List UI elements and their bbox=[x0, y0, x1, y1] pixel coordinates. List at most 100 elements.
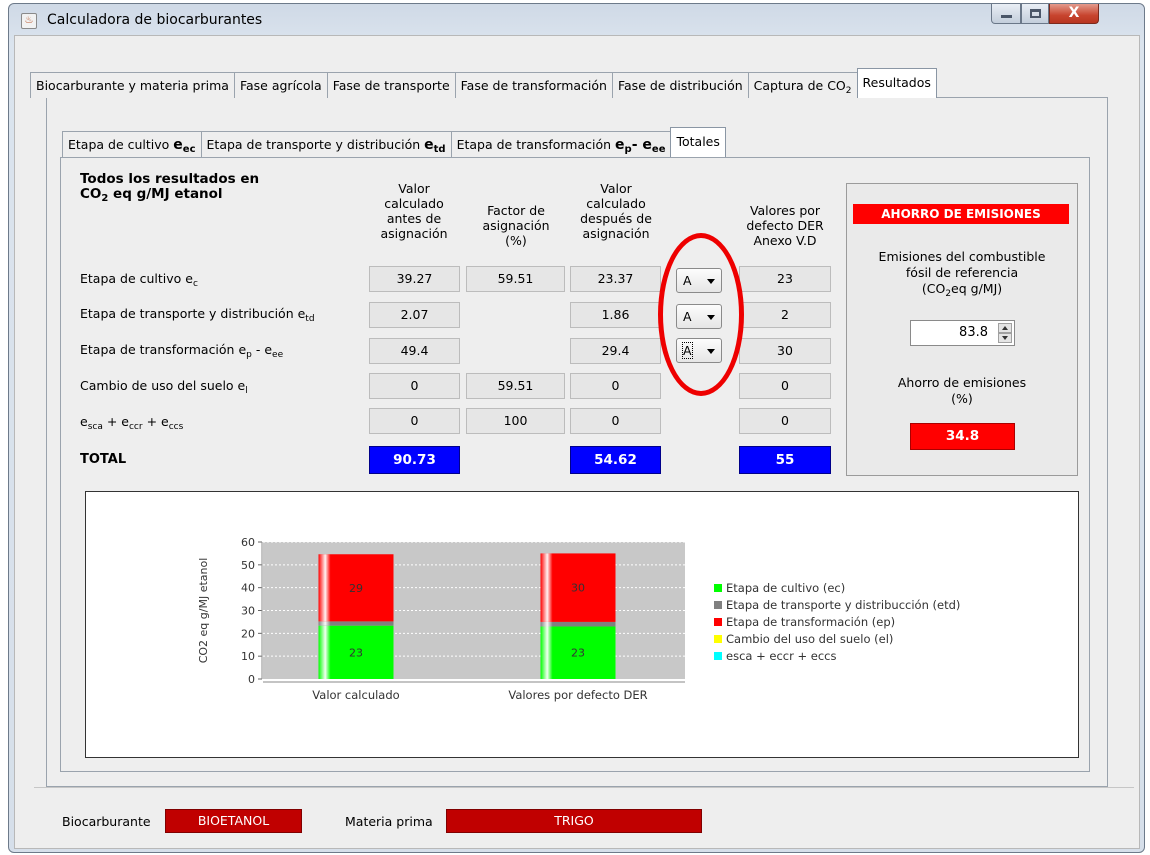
tab-captura-co2[interactable]: Captura de CO2 bbox=[747, 72, 858, 98]
col-header-line: antes de bbox=[386, 211, 442, 226]
separator bbox=[34, 787, 1134, 788]
legend-swatch bbox=[714, 618, 722, 626]
materia-prima-value: TRIGO bbox=[446, 809, 702, 833]
cell-default-cultivo: 23 bbox=[739, 266, 831, 292]
legend-swatch bbox=[714, 601, 722, 609]
title-rest: eq g/MJ etanol bbox=[108, 186, 223, 202]
tab-label: Captura de CO bbox=[753, 78, 846, 93]
cell-before-transformacion: 49.4 bbox=[369, 338, 460, 364]
row-label-text: - e bbox=[251, 342, 273, 357]
cell-before-cultivo: 39.27 bbox=[369, 266, 460, 292]
row-label-uso-suelo: Cambio de uso del suelo el bbox=[80, 378, 248, 396]
row-label-subscript: td bbox=[305, 314, 315, 324]
window-title: Calculadora de biocarburantes bbox=[47, 12, 263, 28]
savings-label: Ahorro de emisiones (%) bbox=[846, 375, 1078, 407]
cell-default-esca: 0 bbox=[739, 408, 831, 434]
total-before: 90.73 bbox=[369, 446, 460, 474]
y-tick-label: 60 bbox=[241, 536, 255, 549]
row-label-text: e bbox=[80, 414, 88, 429]
highlight-oval bbox=[658, 233, 744, 396]
col-header-line: calculado bbox=[384, 196, 444, 211]
col-header-line: asignación bbox=[482, 218, 550, 233]
tab-subscript: ee bbox=[651, 144, 666, 155]
row-label-subscript: ccs bbox=[168, 422, 184, 432]
tab-totales[interactable]: Totales bbox=[670, 127, 726, 157]
biocarburante-value: BIOETANOL bbox=[165, 809, 302, 833]
row-label-text: + e bbox=[102, 414, 129, 429]
title-bar: ♨ Calculadora de biocarburantes X bbox=[9, 4, 1144, 34]
minimize-button[interactable] bbox=[991, 4, 1021, 24]
col-header-line: calculado bbox=[586, 196, 646, 211]
inner-tab-strip: Etapa de cultivo eec Etapa de transporte… bbox=[62, 127, 726, 157]
label-line: Ahorro de emisiones bbox=[897, 375, 1027, 390]
legend-label: Etapa de cultivo (ec) bbox=[726, 581, 845, 595]
tab-label: Etapa de transformación bbox=[456, 137, 616, 152]
legend-swatch bbox=[714, 652, 722, 660]
col-header-before: Valor calculado antes de asignación bbox=[368, 181, 460, 241]
tab-etapa-cultivo[interactable]: Etapa de cultivo eec bbox=[62, 131, 202, 157]
tab-label: Etapa de cultivo bbox=[68, 137, 174, 152]
emissions-chart: 23 29 23 30 0 10 20 30 40 50 60 CO2 eq g/MJ etanol… bbox=[85, 491, 1079, 758]
spinner-up-icon[interactable] bbox=[998, 323, 1012, 333]
cell-after-uso-suelo: 0 bbox=[570, 373, 661, 399]
col-header-line: Anexo V.D bbox=[753, 233, 817, 248]
tab-symbol: e bbox=[424, 137, 434, 153]
tab-label: Totales bbox=[676, 134, 720, 149]
tab-fase-transformacion[interactable]: Fase de transformación bbox=[454, 72, 613, 98]
label-line: eq g/MJ) bbox=[951, 281, 1003, 296]
row-label-esca: esca + eccr + eccs bbox=[80, 414, 183, 432]
chart-svg: 23 29 23 30 0 10 20 30 40 50 60 CO2 eq g/MJ etanol… bbox=[197, 536, 960, 702]
col-header-line: Valores por bbox=[749, 203, 821, 218]
tab-resultados[interactable]: Resultados bbox=[856, 68, 937, 98]
row-label-subscript: c bbox=[192, 279, 198, 289]
minimize-icon bbox=[1001, 15, 1012, 18]
col-header-line: (%) bbox=[505, 233, 527, 248]
row-label-text: Etapa de transporte y distribución e bbox=[80, 306, 306, 321]
savings-value: 34.8 bbox=[910, 423, 1015, 450]
legend-swatch bbox=[714, 584, 722, 592]
x-category-label: Valor calculado bbox=[312, 688, 399, 702]
row-label-cultivo: Etapa de cultivo ec bbox=[80, 271, 198, 289]
cell-factor-cultivo: 59.51 bbox=[466, 266, 565, 292]
tab-etapa-transporte[interactable]: Etapa de transporte y distribución etd bbox=[200, 131, 452, 157]
col-header-line: asignación bbox=[380, 226, 448, 241]
legend-label: Etapa de transformación (ep) bbox=[726, 615, 895, 629]
cell-default-transporte: 2 bbox=[739, 302, 831, 328]
maximize-button[interactable] bbox=[1021, 4, 1049, 24]
close-button[interactable]: X bbox=[1049, 4, 1099, 24]
cell-before-uso-suelo: 0 bbox=[369, 373, 460, 399]
cell-after-cultivo: 23.37 bbox=[570, 266, 661, 292]
reference-emissions-spinner[interactable]: 83.8 bbox=[910, 320, 1015, 346]
col-header-line: asignación bbox=[582, 226, 650, 241]
row-label-subscript: l bbox=[245, 386, 248, 396]
title-line1: Todos los resultados en bbox=[80, 171, 260, 187]
tab-label: Fase de transformación bbox=[460, 78, 607, 93]
row-label-text: Cambio de uso del suelo e bbox=[80, 378, 246, 393]
tab-fase-agricola[interactable]: Fase agrícola bbox=[233, 72, 328, 98]
java-app-icon: ♨ bbox=[21, 13, 37, 29]
y-tick-label: 50 bbox=[241, 559, 255, 572]
emission-savings-title: AHORRO DE EMISIONES bbox=[853, 204, 1069, 224]
tab-subscript: ec bbox=[182, 144, 196, 155]
bar-data-label: 30 bbox=[571, 582, 585, 595]
tab-fase-transporte[interactable]: Fase de transporte bbox=[326, 72, 456, 98]
close-icon: X bbox=[1068, 5, 1080, 21]
col-header-default: Valores por defecto DER Anexo V.D bbox=[733, 203, 837, 248]
tab-fase-distribucion[interactable]: Fase de distribución bbox=[611, 72, 749, 98]
spinner-down-icon[interactable] bbox=[998, 333, 1012, 343]
materia-prima-label: Materia prima bbox=[345, 814, 433, 829]
y-tick-label: 40 bbox=[241, 582, 255, 595]
cell-after-transformacion: 29.4 bbox=[570, 338, 661, 364]
tab-etapa-transformacion[interactable]: Etapa de transformación ep- eee bbox=[450, 131, 672, 157]
y-tick-label: 10 bbox=[241, 650, 255, 663]
row-label-transporte: Etapa de transporte y distribución etd bbox=[80, 306, 315, 324]
main-tab-strip: Biocarburante y materia prima Fase agríc… bbox=[30, 68, 937, 98]
label-line: (%) bbox=[951, 391, 973, 406]
cell-default-transformacion: 30 bbox=[739, 338, 831, 364]
y-tick-label: 20 bbox=[241, 627, 255, 640]
y-tick-label: 30 bbox=[241, 605, 255, 618]
label-line: Emisiones del combustible bbox=[878, 249, 1046, 264]
tab-biocarburante[interactable]: Biocarburante y materia prima bbox=[30, 72, 235, 98]
bar-data-label: 23 bbox=[349, 646, 363, 659]
bar-highlight bbox=[318, 621, 394, 626]
